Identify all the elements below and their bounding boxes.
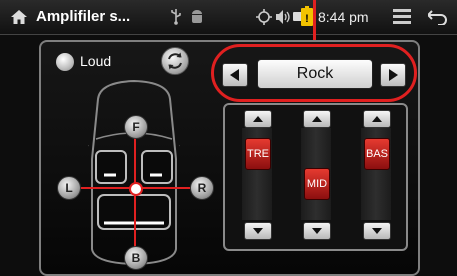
mid-up-button[interactable] [303, 110, 331, 128]
fader-position-handle[interactable] [129, 182, 143, 196]
svg-text:!: ! [305, 13, 309, 25]
arrow-up-icon [372, 116, 382, 122]
bass-slider-knob[interactable]: BAS [364, 138, 390, 170]
right-speaker-button[interactable]: R [190, 176, 214, 200]
left-speaker-button[interactable]: L [57, 176, 81, 200]
front-speaker-button[interactable]: F [124, 115, 148, 139]
arrow-left-icon [230, 69, 239, 81]
treble-slider-knob[interactable]: TRE [245, 138, 271, 170]
loud-label: Loud [80, 53, 112, 69]
arrow-down-icon [312, 228, 322, 234]
treble-up-button[interactable] [244, 110, 272, 128]
status-bar: Amplifiler s... ! 8:44 pm [0, 0, 457, 35]
bass-up-button[interactable] [363, 110, 391, 128]
preset-prev-button[interactable] [222, 63, 248, 87]
gps-icon [256, 9, 272, 25]
clock: 8:44 pm [318, 9, 369, 25]
loud-toggle[interactable] [56, 53, 74, 71]
android-icon [192, 10, 202, 23]
arrow-right-icon [389, 69, 398, 81]
volume-icon [276, 10, 290, 24]
home-icon[interactable] [10, 9, 28, 25]
back-speaker-button[interactable]: B [124, 246, 148, 270]
app-title: Amplifiler s... [36, 8, 131, 25]
reset-button[interactable] [161, 47, 189, 75]
arrow-down-icon [253, 228, 263, 234]
preset-next-button[interactable] [380, 63, 406, 87]
arrow-up-icon [253, 116, 263, 122]
treble-down-button[interactable] [244, 222, 272, 240]
arrow-down-icon [372, 228, 382, 234]
back-icon[interactable] [428, 9, 448, 25]
mid-slider-knob[interactable]: MID [304, 168, 330, 200]
preset-value[interactable]: Rock [257, 59, 373, 89]
usb-icon [171, 9, 181, 25]
arrow-up-icon [312, 116, 322, 122]
battery-warning-icon: ! [301, 6, 313, 26]
bass-down-button[interactable] [363, 222, 391, 240]
menu-icon[interactable] [393, 9, 411, 24]
refresh-icon [168, 52, 182, 70]
mid-down-button[interactable] [303, 222, 331, 240]
